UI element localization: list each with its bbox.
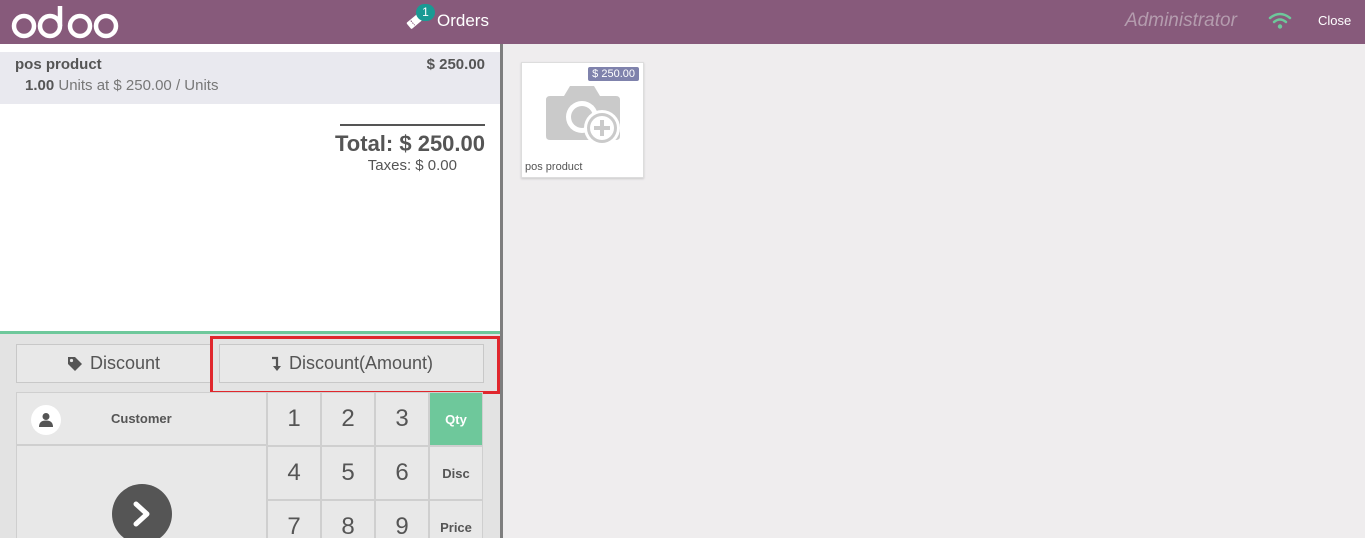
order-line-qty: 1.00 [25, 77, 55, 94]
total-separator [340, 124, 485, 126]
orders-label: Orders [437, 11, 489, 30]
pos-header: 1 Orders Administrator Close [0, 0, 1365, 44]
numpad-key-4[interactable]: 4 [267, 446, 321, 500]
numpad-key-6[interactable]: 6 [375, 446, 429, 500]
order-line-info: 1.00 Units at $ 250.00 / Units [25, 77, 218, 94]
numpad-key-3[interactable]: 3 [375, 392, 429, 446]
orders-count-badge: 1 [416, 4, 435, 21]
numpad-mode-qty[interactable]: Qty [429, 392, 483, 446]
control-panel: Discount Discount(Amount) Customer 1 2 3… [0, 331, 500, 538]
odoo-logo [11, 6, 119, 39]
chevron-right-icon [112, 484, 172, 538]
order-line-unit-info: Units at $ 250.00 / Units [54, 77, 219, 94]
ticket-icon: 1 [404, 4, 435, 32]
highlight-box [210, 336, 500, 394]
user-icon [31, 405, 61, 435]
product-name: pos product [525, 161, 583, 173]
product-price-tag: $ 250.00 [588, 67, 639, 81]
numpad-key-2[interactable]: 2 [321, 392, 375, 446]
order-line-product-name: pos product [15, 56, 102, 73]
camera-add-icon [546, 86, 620, 146]
product-card[interactable]: $ 250.00 pos product [521, 62, 644, 178]
orders-button[interactable]: 1 Orders [404, 4, 489, 36]
order-total: Total: $ 250.00 [335, 131, 485, 156]
numpad-key-7[interactable]: 7 [267, 500, 321, 538]
payment-button[interactable] [16, 445, 267, 538]
numpad-key-9[interactable]: 9 [375, 500, 429, 538]
order-pane: pos product $ 250.00 1.00 Units at $ 250… [0, 44, 500, 538]
actionpad-numpad: Customer 1 2 3 Qty 4 5 6 Disc 7 8 9 Pric… [16, 392, 484, 538]
customer-label: Customer [111, 411, 172, 426]
discount-label: Discount [89, 353, 161, 373]
numpad-key-8[interactable]: 8 [321, 500, 375, 538]
order-taxes: Taxes: $ 0.00 [367, 157, 457, 174]
numpad-key-5[interactable]: 5 [321, 446, 375, 500]
pane-divider [500, 44, 503, 538]
discount-button[interactable]: Discount [16, 344, 211, 383]
customer-button[interactable]: Customer [16, 392, 267, 445]
numpad-key-1[interactable]: 1 [267, 392, 321, 446]
order-line[interactable]: pos product $ 250.00 1.00 Units at $ 250… [0, 52, 500, 104]
close-button[interactable]: Close [1318, 13, 1351, 28]
numpad-mode-price[interactable]: Price [429, 500, 483, 538]
tag-icon [67, 356, 83, 372]
order-line-price: $ 250.00 [426, 56, 485, 73]
numpad-mode-disc[interactable]: Disc [429, 446, 483, 500]
username[interactable]: Administrator [1125, 10, 1237, 32]
wifi-icon [1268, 12, 1292, 29]
